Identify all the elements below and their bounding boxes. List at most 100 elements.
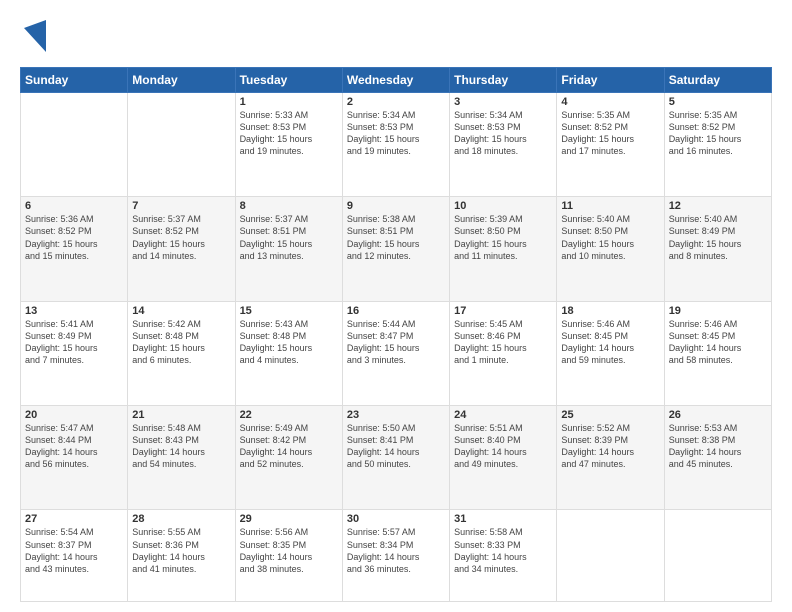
day-number: 29 [240,513,338,525]
calendar-cell: 20Sunrise: 5:47 AMSunset: 8:44 PMDayligh… [21,406,128,510]
calendar-cell: 8Sunrise: 5:37 AMSunset: 8:51 PMDaylight… [235,197,342,301]
day-info: Sunrise: 5:33 AMSunset: 8:53 PMDaylight:… [240,109,338,158]
day-number: 2 [347,96,445,108]
calendar-week-row: 13Sunrise: 5:41 AMSunset: 8:49 PMDayligh… [21,301,772,405]
calendar-cell: 19Sunrise: 5:46 AMSunset: 8:45 PMDayligh… [664,301,771,405]
calendar-cell: 30Sunrise: 5:57 AMSunset: 8:34 PMDayligh… [342,510,449,602]
calendar-cell: 9Sunrise: 5:38 AMSunset: 8:51 PMDaylight… [342,197,449,301]
day-info: Sunrise: 5:41 AMSunset: 8:49 PMDaylight:… [25,318,123,367]
day-info: Sunrise: 5:40 AMSunset: 8:50 PMDaylight:… [561,213,659,262]
day-info: Sunrise: 5:38 AMSunset: 8:51 PMDaylight:… [347,213,445,262]
calendar-cell: 16Sunrise: 5:44 AMSunset: 8:47 PMDayligh… [342,301,449,405]
calendar-cell: 5Sunrise: 5:35 AMSunset: 8:52 PMDaylight… [664,93,771,197]
day-number: 21 [132,409,230,421]
day-number: 8 [240,200,338,212]
day-info: Sunrise: 5:49 AMSunset: 8:42 PMDaylight:… [240,422,338,471]
calendar-cell: 6Sunrise: 5:36 AMSunset: 8:52 PMDaylight… [21,197,128,301]
day-info: Sunrise: 5:56 AMSunset: 8:35 PMDaylight:… [240,526,338,575]
day-info: Sunrise: 5:40 AMSunset: 8:49 PMDaylight:… [669,213,767,262]
day-number: 17 [454,305,552,317]
calendar-cell: 4Sunrise: 5:35 AMSunset: 8:52 PMDaylight… [557,93,664,197]
calendar-cell: 14Sunrise: 5:42 AMSunset: 8:48 PMDayligh… [128,301,235,405]
day-info: Sunrise: 5:37 AMSunset: 8:52 PMDaylight:… [132,213,230,262]
day-number: 10 [454,200,552,212]
calendar-week-row: 20Sunrise: 5:47 AMSunset: 8:44 PMDayligh… [21,406,772,510]
calendar-cell: 17Sunrise: 5:45 AMSunset: 8:46 PMDayligh… [450,301,557,405]
day-number: 28 [132,513,230,525]
day-info: Sunrise: 5:47 AMSunset: 8:44 PMDaylight:… [25,422,123,471]
day-number: 4 [561,96,659,108]
calendar-table: SundayMondayTuesdayWednesdayThursdayFrid… [20,67,772,602]
day-number: 18 [561,305,659,317]
day-info: Sunrise: 5:55 AMSunset: 8:36 PMDaylight:… [132,526,230,575]
day-number: 24 [454,409,552,421]
calendar-cell: 22Sunrise: 5:49 AMSunset: 8:42 PMDayligh… [235,406,342,510]
day-info: Sunrise: 5:36 AMSunset: 8:52 PMDaylight:… [25,213,123,262]
calendar-cell [664,510,771,602]
day-info: Sunrise: 5:57 AMSunset: 8:34 PMDaylight:… [347,526,445,575]
calendar-cell: 3Sunrise: 5:34 AMSunset: 8:53 PMDaylight… [450,93,557,197]
calendar-cell: 12Sunrise: 5:40 AMSunset: 8:49 PMDayligh… [664,197,771,301]
page: SundayMondayTuesdayWednesdayThursdayFrid… [0,0,792,612]
day-info: Sunrise: 5:46 AMSunset: 8:45 PMDaylight:… [669,318,767,367]
day-info: Sunrise: 5:44 AMSunset: 8:47 PMDaylight:… [347,318,445,367]
day-info: Sunrise: 5:53 AMSunset: 8:38 PMDaylight:… [669,422,767,471]
day-number: 9 [347,200,445,212]
weekday-header-thursday: Thursday [450,68,557,93]
header [20,18,772,57]
day-number: 7 [132,200,230,212]
weekday-header-wednesday: Wednesday [342,68,449,93]
day-info: Sunrise: 5:46 AMSunset: 8:45 PMDaylight:… [561,318,659,367]
day-info: Sunrise: 5:42 AMSunset: 8:48 PMDaylight:… [132,318,230,367]
day-info: Sunrise: 5:35 AMSunset: 8:52 PMDaylight:… [669,109,767,158]
calendar-week-row: 6Sunrise: 5:36 AMSunset: 8:52 PMDaylight… [21,197,772,301]
calendar-cell: 13Sunrise: 5:41 AMSunset: 8:49 PMDayligh… [21,301,128,405]
day-info: Sunrise: 5:45 AMSunset: 8:46 PMDaylight:… [454,318,552,367]
day-number: 6 [25,200,123,212]
day-number: 23 [347,409,445,421]
day-number: 30 [347,513,445,525]
weekday-header-monday: Monday [128,68,235,93]
day-info: Sunrise: 5:43 AMSunset: 8:48 PMDaylight:… [240,318,338,367]
calendar-cell: 25Sunrise: 5:52 AMSunset: 8:39 PMDayligh… [557,406,664,510]
day-number: 26 [669,409,767,421]
weekday-header-saturday: Saturday [664,68,771,93]
calendar-cell: 29Sunrise: 5:56 AMSunset: 8:35 PMDayligh… [235,510,342,602]
logo-icon [24,20,46,57]
calendar-cell [557,510,664,602]
calendar-cell: 23Sunrise: 5:50 AMSunset: 8:41 PMDayligh… [342,406,449,510]
day-number: 31 [454,513,552,525]
day-number: 1 [240,96,338,108]
calendar-week-row: 27Sunrise: 5:54 AMSunset: 8:37 PMDayligh… [21,510,772,602]
day-number: 19 [669,305,767,317]
day-number: 5 [669,96,767,108]
day-number: 25 [561,409,659,421]
day-info: Sunrise: 5:58 AMSunset: 8:33 PMDaylight:… [454,526,552,575]
calendar-cell: 31Sunrise: 5:58 AMSunset: 8:33 PMDayligh… [450,510,557,602]
calendar-cell: 18Sunrise: 5:46 AMSunset: 8:45 PMDayligh… [557,301,664,405]
calendar-week-row: 1Sunrise: 5:33 AMSunset: 8:53 PMDaylight… [21,93,772,197]
day-number: 27 [25,513,123,525]
day-number: 16 [347,305,445,317]
calendar-cell: 2Sunrise: 5:34 AMSunset: 8:53 PMDaylight… [342,93,449,197]
day-info: Sunrise: 5:37 AMSunset: 8:51 PMDaylight:… [240,213,338,262]
calendar-cell: 21Sunrise: 5:48 AMSunset: 8:43 PMDayligh… [128,406,235,510]
weekday-header-sunday: Sunday [21,68,128,93]
day-info: Sunrise: 5:51 AMSunset: 8:40 PMDaylight:… [454,422,552,471]
day-info: Sunrise: 5:54 AMSunset: 8:37 PMDaylight:… [25,526,123,575]
day-info: Sunrise: 5:34 AMSunset: 8:53 PMDaylight:… [347,109,445,158]
day-info: Sunrise: 5:35 AMSunset: 8:52 PMDaylight:… [561,109,659,158]
calendar-cell: 28Sunrise: 5:55 AMSunset: 8:36 PMDayligh… [128,510,235,602]
day-number: 20 [25,409,123,421]
calendar-cell: 15Sunrise: 5:43 AMSunset: 8:48 PMDayligh… [235,301,342,405]
calendar-cell: 1Sunrise: 5:33 AMSunset: 8:53 PMDaylight… [235,93,342,197]
calendar-cell: 27Sunrise: 5:54 AMSunset: 8:37 PMDayligh… [21,510,128,602]
calendar-cell [128,93,235,197]
day-info: Sunrise: 5:50 AMSunset: 8:41 PMDaylight:… [347,422,445,471]
day-info: Sunrise: 5:48 AMSunset: 8:43 PMDaylight:… [132,422,230,471]
day-info: Sunrise: 5:34 AMSunset: 8:53 PMDaylight:… [454,109,552,158]
day-number: 13 [25,305,123,317]
weekday-header-tuesday: Tuesday [235,68,342,93]
calendar-cell: 7Sunrise: 5:37 AMSunset: 8:52 PMDaylight… [128,197,235,301]
calendar-cell: 10Sunrise: 5:39 AMSunset: 8:50 PMDayligh… [450,197,557,301]
